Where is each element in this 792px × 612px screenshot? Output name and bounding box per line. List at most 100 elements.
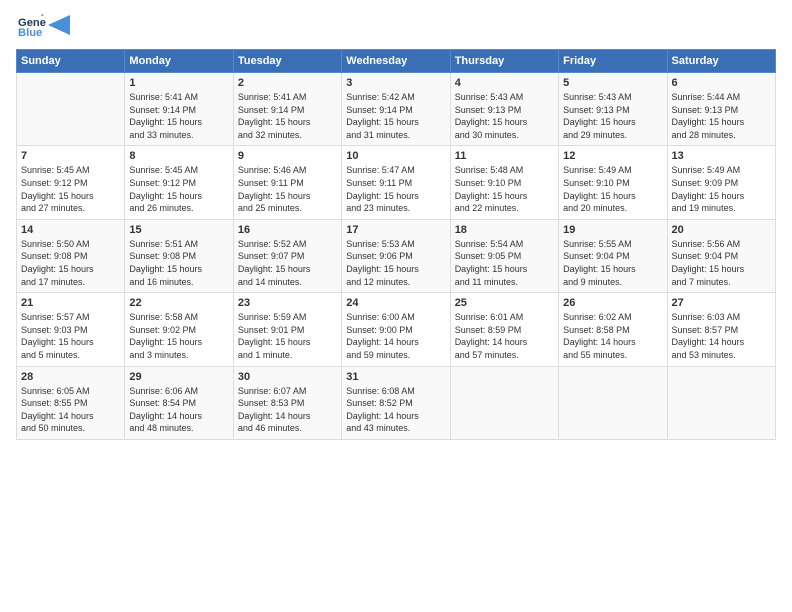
cell-content: Sunrise: 5:45 AM Sunset: 9:12 PM Dayligh… bbox=[129, 164, 228, 214]
cell-content: Sunrise: 5:58 AM Sunset: 9:02 PM Dayligh… bbox=[129, 311, 228, 361]
cell-w2-d5: 11 Sunrise: 5:48 AM Sunset: 9:10 PM Dayli… bbox=[450, 146, 558, 219]
cell-w4-d5: 25 Sunrise: 6:01 AM Sunset: 8:59 PM Dayli… bbox=[450, 293, 558, 366]
day-number: 31 bbox=[346, 371, 445, 383]
day-number: 10 bbox=[346, 150, 445, 162]
cell-content: Sunrise: 5:57 AM Sunset: 9:03 PM Dayligh… bbox=[21, 311, 120, 361]
day-number: 29 bbox=[129, 371, 228, 383]
day-number: 26 bbox=[563, 297, 662, 309]
logo: General Blue bbox=[16, 12, 70, 45]
day-number: 27 bbox=[672, 297, 771, 309]
cell-content: Sunrise: 5:44 AM Sunset: 9:13 PM Dayligh… bbox=[672, 91, 771, 141]
calendar-table: SundayMondayTuesdayWednesdayThursdayFrid… bbox=[16, 49, 776, 440]
cell-content: Sunrise: 5:54 AM Sunset: 9:05 PM Dayligh… bbox=[455, 238, 554, 288]
cell-w1-d5: 4Sunrise: 5:43 AM Sunset: 9:13 PM Daylig… bbox=[450, 73, 558, 146]
week-row-1: 1 Sunrise: 5:41 AM Sunset: 9:14 PM Daylig… bbox=[17, 73, 776, 146]
cell-w1-d4: 3Sunrise: 5:42 AM Sunset: 9:14 PM Daylig… bbox=[342, 73, 450, 146]
day-number: 19 bbox=[563, 224, 662, 236]
cell-content: Sunrise: 5:45 AM Sunset: 9:12 PM Dayligh… bbox=[21, 164, 120, 214]
cell-content: Sunrise: 5:52 AM Sunset: 9:07 PM Dayligh… bbox=[238, 238, 337, 288]
cell-content: Sunrise: 5:43 AM Sunset: 9:13 PM Dayligh… bbox=[455, 91, 554, 141]
day-number: 5 bbox=[563, 77, 662, 89]
cell-w2-d7: 13 Sunrise: 5:49 AM Sunset: 9:09 PM Dayli… bbox=[667, 146, 775, 219]
day-number: 17 bbox=[346, 224, 445, 236]
cell-w3-d2: 15Sunrise: 5:51 AM Sunset: 9:08 PM Dayli… bbox=[125, 219, 233, 292]
cell-w3-d7: 20 Sunrise: 5:56 AM Sunset: 9:04 PM Dayli… bbox=[667, 219, 775, 292]
day-number: 20 bbox=[672, 224, 771, 236]
cell-w5-d4: 31 Sunrise: 6:08 AM Sunset: 8:52 PM Dayli… bbox=[342, 366, 450, 439]
cell-content: Sunrise: 5:41 AM Sunset: 9:14 PM Dayligh… bbox=[238, 91, 337, 141]
cell-content: Sunrise: 5:41 AM Sunset: 9:14 PM Dayligh… bbox=[129, 91, 228, 141]
cell-w3-d6: 19 Sunrise: 5:55 AM Sunset: 9:04 PM Dayli… bbox=[559, 219, 667, 292]
cell-content: Sunrise: 6:01 AM Sunset: 8:59 PM Dayligh… bbox=[455, 311, 554, 361]
cell-content: Sunrise: 5:56 AM Sunset: 9:04 PM Dayligh… bbox=[672, 238, 771, 288]
cell-w2-d2: 8 Sunrise: 5:45 AM Sunset: 9:12 PM Daylig… bbox=[125, 146, 233, 219]
day-number: 3 bbox=[346, 77, 445, 89]
cell-content: Sunrise: 5:50 AM Sunset: 9:08 PM Dayligh… bbox=[21, 238, 120, 288]
day-number: 8 bbox=[129, 150, 228, 162]
cell-w5-d7 bbox=[667, 366, 775, 439]
cell-w2-d1: 7 Sunrise: 5:45 AM Sunset: 9:12 PM Daylig… bbox=[17, 146, 125, 219]
cell-content: Sunrise: 5:53 AM Sunset: 9:06 PM Dayligh… bbox=[346, 238, 445, 288]
cell-content: Sunrise: 5:49 AM Sunset: 9:09 PM Dayligh… bbox=[672, 164, 771, 214]
day-number: 11 bbox=[455, 150, 554, 162]
logo-icon: General Blue bbox=[18, 12, 46, 40]
day-number: 6 bbox=[672, 77, 771, 89]
cell-content: Sunrise: 6:03 AM Sunset: 8:57 PM Dayligh… bbox=[672, 311, 771, 361]
week-row-4: 21 Sunrise: 5:57 AM Sunset: 9:03 PM Dayli… bbox=[17, 293, 776, 366]
cell-content: Sunrise: 5:48 AM Sunset: 9:10 PM Dayligh… bbox=[455, 164, 554, 214]
col-header-monday: Monday bbox=[125, 50, 233, 73]
cell-w5-d1: 28 Sunrise: 6:05 AM Sunset: 8:55 PM Dayli… bbox=[17, 366, 125, 439]
day-number: 28 bbox=[21, 371, 120, 383]
day-number: 22 bbox=[129, 297, 228, 309]
cell-w3-d3: 16Sunrise: 5:52 AM Sunset: 9:07 PM Dayli… bbox=[233, 219, 341, 292]
cell-w5-d6 bbox=[559, 366, 667, 439]
day-number: 7 bbox=[21, 150, 120, 162]
cell-w4-d2: 22 Sunrise: 5:58 AM Sunset: 9:02 PM Dayli… bbox=[125, 293, 233, 366]
cell-w2-d3: 9 Sunrise: 5:46 AM Sunset: 9:11 PM Daylig… bbox=[233, 146, 341, 219]
cell-w4-d7: 27 Sunrise: 6:03 AM Sunset: 8:57 PM Dayli… bbox=[667, 293, 775, 366]
day-number: 2 bbox=[238, 77, 337, 89]
col-header-saturday: Saturday bbox=[667, 50, 775, 73]
cell-w1-d6: 5Sunrise: 5:43 AM Sunset: 9:13 PM Daylig… bbox=[559, 73, 667, 146]
day-number: 15 bbox=[129, 224, 228, 236]
cell-w3-d5: 18Sunrise: 5:54 AM Sunset: 9:05 PM Dayli… bbox=[450, 219, 558, 292]
cell-content: Sunrise: 6:05 AM Sunset: 8:55 PM Dayligh… bbox=[21, 385, 120, 435]
cell-w4-d3: 23Sunrise: 5:59 AM Sunset: 9:01 PM Dayli… bbox=[233, 293, 341, 366]
header-row: General Blue bbox=[16, 12, 776, 45]
cell-w3-d1: 14 Sunrise: 5:50 AM Sunset: 9:08 PM Dayli… bbox=[17, 219, 125, 292]
day-number: 21 bbox=[21, 297, 120, 309]
svg-text:Blue: Blue bbox=[18, 27, 42, 39]
day-number: 25 bbox=[455, 297, 554, 309]
day-number: 13 bbox=[672, 150, 771, 162]
cell-content: Sunrise: 6:07 AM Sunset: 8:53 PM Dayligh… bbox=[238, 385, 337, 435]
cell-w1-d7: 6 Sunrise: 5:44 AM Sunset: 9:13 PM Daylig… bbox=[667, 73, 775, 146]
cell-w4-d1: 21 Sunrise: 5:57 AM Sunset: 9:03 PM Dayli… bbox=[17, 293, 125, 366]
day-number: 1 bbox=[129, 77, 228, 89]
day-number: 14 bbox=[21, 224, 120, 236]
cell-content: Sunrise: 6:08 AM Sunset: 8:52 PM Dayligh… bbox=[346, 385, 445, 435]
page-container: General Blue SundayMondayTuesdayWednesda… bbox=[0, 0, 792, 450]
day-number: 12 bbox=[563, 150, 662, 162]
cell-content: Sunrise: 6:02 AM Sunset: 8:58 PM Dayligh… bbox=[563, 311, 662, 361]
day-number: 24 bbox=[346, 297, 445, 309]
cell-w2-d6: 12 Sunrise: 5:49 AM Sunset: 9:10 PM Dayli… bbox=[559, 146, 667, 219]
col-header-tuesday: Tuesday bbox=[233, 50, 341, 73]
day-number: 23 bbox=[238, 297, 337, 309]
col-header-wednesday: Wednesday bbox=[342, 50, 450, 73]
col-header-friday: Friday bbox=[559, 50, 667, 73]
cell-w5-d3: 30Sunrise: 6:07 AM Sunset: 8:53 PM Dayli… bbox=[233, 366, 341, 439]
cell-w5-d2: 29 Sunrise: 6:06 AM Sunset: 8:54 PM Dayli… bbox=[125, 366, 233, 439]
cell-content: Sunrise: 5:46 AM Sunset: 9:11 PM Dayligh… bbox=[238, 164, 337, 214]
cell-w4-d4: 24 Sunrise: 6:00 AM Sunset: 9:00 PM Dayli… bbox=[342, 293, 450, 366]
cell-content: Sunrise: 6:06 AM Sunset: 8:54 PM Dayligh… bbox=[129, 385, 228, 435]
cell-content: Sunrise: 5:55 AM Sunset: 9:04 PM Dayligh… bbox=[563, 238, 662, 288]
logo-arrow-icon bbox=[48, 15, 70, 35]
week-row-5: 28 Sunrise: 6:05 AM Sunset: 8:55 PM Dayli… bbox=[17, 366, 776, 439]
cell-w1-d1 bbox=[17, 73, 125, 146]
day-number: 9 bbox=[238, 150, 337, 162]
cell-w2-d4: 10 Sunrise: 5:47 AM Sunset: 9:11 PM Dayli… bbox=[342, 146, 450, 219]
cell-content: Sunrise: 6:00 AM Sunset: 9:00 PM Dayligh… bbox=[346, 311, 445, 361]
cell-content: Sunrise: 5:47 AM Sunset: 9:11 PM Dayligh… bbox=[346, 164, 445, 214]
header-row: SundayMondayTuesdayWednesdayThursdayFrid… bbox=[17, 50, 776, 73]
cell-content: Sunrise: 5:49 AM Sunset: 9:10 PM Dayligh… bbox=[563, 164, 662, 214]
